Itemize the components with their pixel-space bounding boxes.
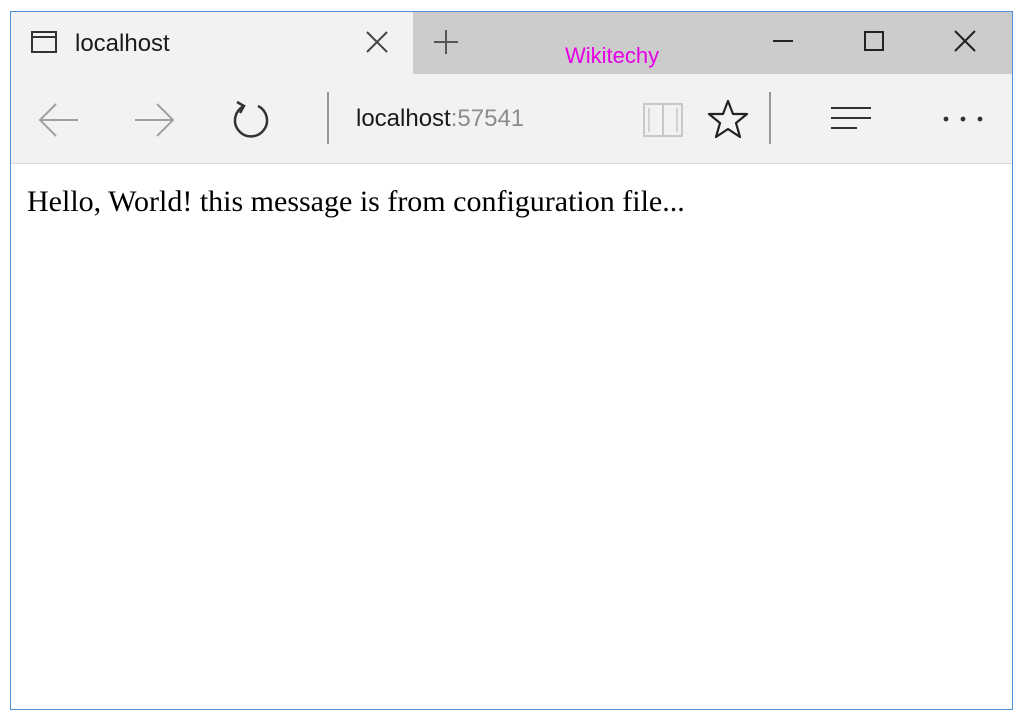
minimize-icon[interactable] xyxy=(768,26,798,56)
toolbar-divider xyxy=(327,92,329,144)
hello-message: Hello, World! this message is from confi… xyxy=(27,185,685,218)
navigation-bar: localhost:57541 xyxy=(11,74,1012,164)
favorite-star-icon[interactable] xyxy=(707,98,749,140)
page-content: Hello, World! this message is from confi… xyxy=(11,164,1012,709)
new-tab-plus-icon[interactable] xyxy=(431,27,461,57)
tab-title: localhost xyxy=(75,30,170,57)
tab-close-icon[interactable] xyxy=(364,29,390,55)
maximize-icon[interactable] xyxy=(859,26,889,56)
back-arrow-icon[interactable] xyxy=(36,97,82,143)
reading-view-book-icon[interactable] xyxy=(641,100,685,140)
address-port: :57541 xyxy=(450,105,525,132)
toolbar-divider xyxy=(769,92,771,144)
window-close-icon[interactable] xyxy=(950,26,980,56)
browser-tab-icon xyxy=(31,31,57,53)
tab-localhost[interactable]: localhost xyxy=(11,12,413,74)
browser-window: localhost Wikitechy localhost:57541 Hell… xyxy=(10,11,1013,710)
hub-lines-icon[interactable] xyxy=(829,104,873,134)
address-host: localhost xyxy=(356,105,451,132)
tab-strip: localhost Wikitechy xyxy=(11,12,1012,74)
watermark-label: Wikitechy xyxy=(565,43,660,68)
more-ellipsis-icon[interactable] xyxy=(941,112,985,126)
refresh-icon[interactable] xyxy=(228,97,274,143)
address-bar[interactable]: localhost:57541 xyxy=(356,103,524,135)
forward-arrow-icon[interactable] xyxy=(131,97,177,143)
